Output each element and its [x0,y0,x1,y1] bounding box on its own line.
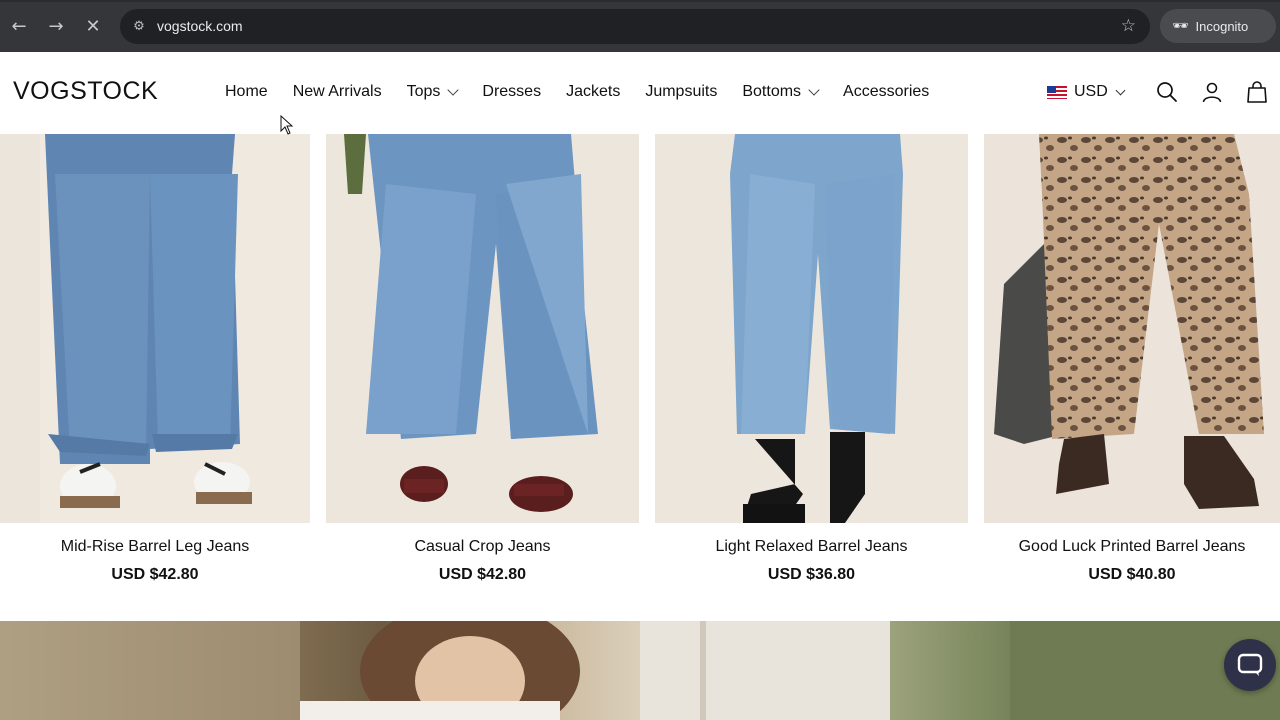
bookmark-star-icon[interactable]: ☆ [1121,16,1136,36]
product-name[interactable]: Good Luck Printed Barrel Jeans [984,538,1280,556]
address-bar[interactable]: ⚙ vogstock.com ☆ [120,9,1150,44]
site-settings-icon[interactable]: ⚙ [130,17,148,35]
arrow-right-icon: → [48,15,64,37]
product-name[interactable]: Mid-Rise Barrel Leg Jeans [0,538,310,556]
nav-tops[interactable]: Tops [407,83,460,101]
chevron-down-icon [447,83,460,96]
nav-home[interactable]: Home [225,83,268,101]
nav-jumpsuits[interactable]: Jumpsuits [645,83,717,101]
nav-accessories[interactable]: Accessories [843,83,929,101]
us-flag-icon [1047,85,1067,99]
product-grid: Mid-Rise Barrel Leg Jeans USD $42.80 Cas… [0,134,1280,621]
stop-loading-button[interactable]: ✕ [80,13,106,39]
nav-jackets[interactable]: Jackets [566,83,620,101]
product-card[interactable]: Good Luck Printed Barrel Jeans USD $40.8… [984,134,1280,621]
chevron-down-icon [808,83,820,96]
product-price: USD $40.80 [1088,566,1176,583]
product-image[interactable] [984,134,1280,523]
close-icon: ✕ [85,15,101,37]
nav-bottoms[interactable]: Bottoms [742,83,820,101]
product-image[interactable] [655,134,968,523]
product-name[interactable]: Casual Crop Jeans [326,538,639,556]
url-text[interactable]: vogstock.com [157,18,243,34]
incognito-label: Incognito [1195,18,1249,34]
main-nav: Home New Arrivals Tops Dresses Jackets J… [225,83,954,101]
product-card[interactable]: Light Relaxed Barrel Jeans USD $36.80 [655,134,968,621]
forward-button[interactable]: → [43,13,69,39]
currency-label: USD [1074,83,1108,100]
product-card[interactable]: Casual Crop Jeans USD $42.80 [326,134,639,621]
chat-icon [1237,653,1263,676]
incognito-icon: 🕶 [1172,18,1189,34]
back-button[interactable]: ← [6,13,32,39]
currency-selector[interactable]: USD [1047,83,1126,101]
product-price: USD $42.80 [111,566,199,583]
product-image[interactable] [0,134,310,523]
store-header: VOGSTOCK Home New Arrivals Tops Dresses … [0,52,1280,134]
nav-dresses[interactable]: Dresses [482,83,541,101]
incognito-badge[interactable]: 🕶 Incognito [1160,9,1276,43]
store-logo[interactable]: VOGSTOCK [13,77,158,106]
cart-icon[interactable] [1245,80,1269,104]
account-icon[interactable] [1200,80,1224,104]
search-icon[interactable] [1155,80,1179,104]
tab-strip-edge [0,0,1280,2]
browser-toolbar: ← → ✕ ⚙ vogstock.com ☆ 🕶 Incognito [0,0,1280,52]
chat-button[interactable] [1224,639,1276,691]
nav-new-arrivals[interactable]: New Arrivals [293,83,382,101]
product-name[interactable]: Light Relaxed Barrel Jeans [655,538,968,556]
product-price: USD $42.80 [438,566,527,583]
product-card[interactable]: Mid-Rise Barrel Leg Jeans USD $42.80 [0,134,310,621]
arrow-left-icon: ← [11,15,27,37]
promo-banner-image[interactable] [0,621,1280,720]
product-price: USD $36.80 [767,566,856,583]
chevron-down-icon [1115,85,1126,95]
product-image[interactable] [326,134,639,523]
mouse-cursor-icon [280,115,294,135]
